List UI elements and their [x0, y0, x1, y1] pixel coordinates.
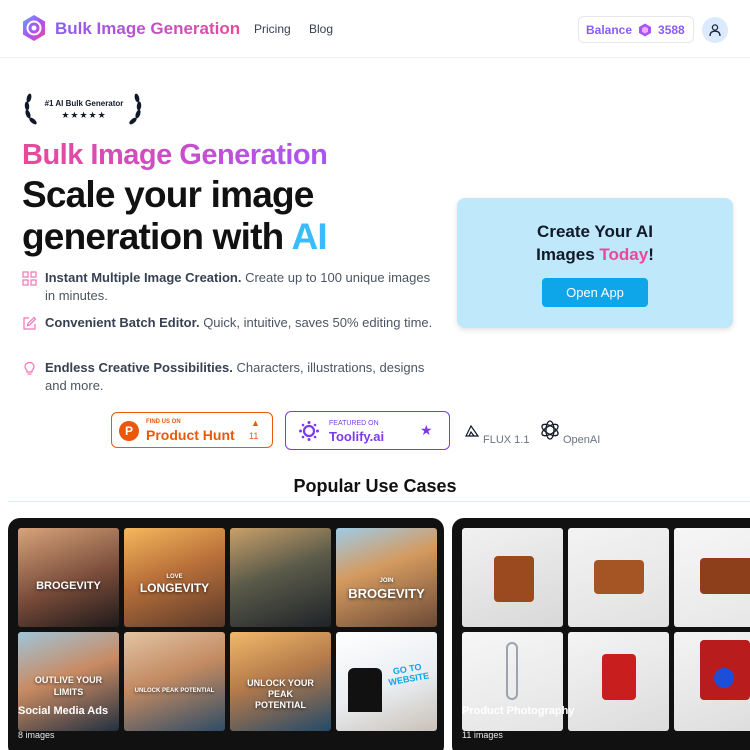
nav-blog[interactable]: Blog — [309, 22, 333, 36]
lightbulb-icon — [24, 361, 35, 375]
user-icon — [709, 24, 721, 37]
image-tile[interactable] — [674, 528, 750, 627]
feature-text: Endless Creative Possibilities. Characte… — [45, 359, 442, 395]
card-count: 11 images — [462, 730, 503, 740]
image-tile[interactable]: BROGEVITY — [18, 528, 119, 627]
cta-title-suffix: ! — [648, 245, 654, 264]
logo-icon[interactable] — [20, 14, 48, 42]
feature-item: Convenient Batch Editor. Quick, intuitiv… — [22, 314, 442, 332]
hero-kicker: Bulk Image Generation — [22, 139, 328, 171]
edit-icon — [23, 316, 37, 330]
cta-title-text: Images — [536, 245, 600, 264]
star-icon: ★ — [420, 422, 433, 438]
upvote-arrow-icon: ▲ — [251, 418, 260, 428]
brand-name[interactable]: Bulk Image Generation — [55, 19, 240, 39]
producthunt-small-text: FIND US ON — [146, 419, 181, 425]
cta-title-highlight: Today — [599, 245, 649, 264]
flux-label: FLUX 1.1 — [483, 434, 530, 446]
tile-caption: UNLOCK YOUR PEAK POTENTIAL — [247, 678, 314, 710]
use-case-card-social-media-ads[interactable]: BROGEVITY LOVE LONGEVITY JOIN BROGEVITY … — [8, 518, 444, 750]
hero-title-line2: generation with AI — [22, 216, 452, 258]
ring-box-shape — [602, 654, 636, 700]
cta-card: Create Your AI Images Today! Open App — [457, 198, 733, 328]
image-tile[interactable] — [568, 632, 669, 731]
use-case-card-product-photography[interactable]: Product Photography 11 images — [452, 518, 750, 750]
open-app-button[interactable]: Open App — [542, 278, 648, 307]
tile-subcaption: LOVE — [166, 574, 183, 580]
image-tile[interactable]: LOVE LONGEVITY — [124, 528, 225, 627]
user-account-button[interactable] — [702, 17, 728, 43]
grid-icon — [22, 271, 37, 286]
wallet-shape — [494, 556, 534, 602]
feature-title: Endless Creative Possibilities. — [45, 360, 233, 375]
feature-text: Convenient Batch Editor. Quick, intuitiv… — [45, 314, 432, 332]
award-stars: ★★★★★ — [61, 110, 107, 120]
image-grid — [462, 528, 750, 731]
nav-pricing[interactable]: Pricing — [254, 22, 291, 36]
page: Bulk Image Generation Pricing Blog Balan… — [0, 0, 750, 750]
tile-caption: BROGEVITY — [348, 586, 425, 601]
image-tile[interactable]: GO TO WEBSITE — [336, 632, 437, 731]
producthunt-badge[interactable]: P FIND US ON Product Hunt ▲ 11 — [111, 412, 273, 448]
openai-logo-icon — [541, 420, 559, 440]
tile-caption: BROGEVITY — [36, 580, 101, 592]
feature-item: Endless Creative Possibilities. Characte… — [22, 359, 442, 395]
award-title: #1 AI Bulk Generator — [44, 99, 124, 108]
top-navbar: Bulk Image Generation Pricing Blog Balan… — [0, 0, 750, 58]
cta-title-line2: Images Today! — [457, 243, 733, 266]
image-tile[interactable] — [230, 528, 331, 627]
image-tile[interactable] — [568, 528, 669, 627]
toolify-name: Toolify.ai — [329, 429, 385, 444]
section-title: Popular Use Cases — [293, 476, 457, 496]
tile-caption: UNLOCK PEAK POTENTIAL — [134, 688, 215, 694]
card-title: Social Media Ads — [18, 705, 109, 717]
toolify-badge[interactable]: FEATURED ON Toolify.ai ★ — [285, 411, 450, 450]
paperclip-shape — [506, 642, 518, 700]
balance-label: Balance — [586, 22, 633, 37]
card-count: 8 images — [18, 730, 55, 740]
feature-title: Convenient Batch Editor. — [45, 315, 200, 330]
balance-pill[interactable]: Balance 3588 — [578, 16, 694, 43]
image-tile[interactable] — [674, 632, 750, 731]
figure-shape — [348, 668, 382, 712]
image-tile[interactable]: UNLOCK PEAK POTENTIAL — [124, 632, 225, 731]
tile-caption: LONGEVITY — [139, 581, 210, 595]
image-tile[interactable] — [462, 528, 563, 627]
upvote-count: 11 — [249, 431, 259, 441]
image-tile[interactable]: JOIN BROGEVITY — [336, 528, 437, 627]
tile-caption: OUTLIVE YOUR LIMITS — [34, 675, 103, 697]
toolify-small-text: FEATURED ON — [329, 420, 379, 427]
toolify-logo-icon — [299, 421, 319, 441]
cta-title-line1: Create Your AI — [537, 222, 653, 241]
wallet-shape — [594, 560, 644, 594]
feature-text: Instant Multiple Image Creation. Create … — [45, 269, 442, 305]
cta-title: Create Your AI Images Today! — [457, 220, 733, 266]
tile-subcaption: JOIN — [379, 578, 394, 584]
gem-shape — [714, 668, 734, 688]
hero-title-accent: AI — [291, 216, 328, 257]
image-grid: BROGEVITY LOVE LONGEVITY JOIN BROGEVITY … — [18, 528, 437, 731]
wallet-shape — [700, 558, 750, 594]
card-title: Product Photography — [462, 705, 575, 717]
hero-title: Scale your image generation with AI — [22, 174, 452, 258]
feature-item: Instant Multiple Image Creation. Create … — [22, 269, 442, 305]
feature-description: Quick, intuitive, saves 50% editing time… — [199, 315, 433, 330]
divider — [8, 501, 750, 502]
flux-logo-icon — [465, 425, 479, 437]
producthunt-logo-icon: P — [119, 421, 139, 441]
hero-title-line1: Scale your image — [22, 174, 314, 215]
openai-label: OpenAI — [563, 434, 601, 446]
hero-title-line2-text: generation with — [22, 216, 292, 257]
laurel-icon — [24, 93, 142, 125]
balance-value: 3588 — [658, 22, 685, 37]
image-tile[interactable]: UNLOCK YOUR PEAK POTENTIAL — [230, 632, 331, 731]
gem-icon — [639, 23, 652, 36]
feature-title: Instant Multiple Image Creation. — [45, 270, 242, 285]
tile-caption: GO TO WEBSITE — [387, 661, 430, 688]
producthunt-name: Product Hunt — [146, 427, 235, 443]
